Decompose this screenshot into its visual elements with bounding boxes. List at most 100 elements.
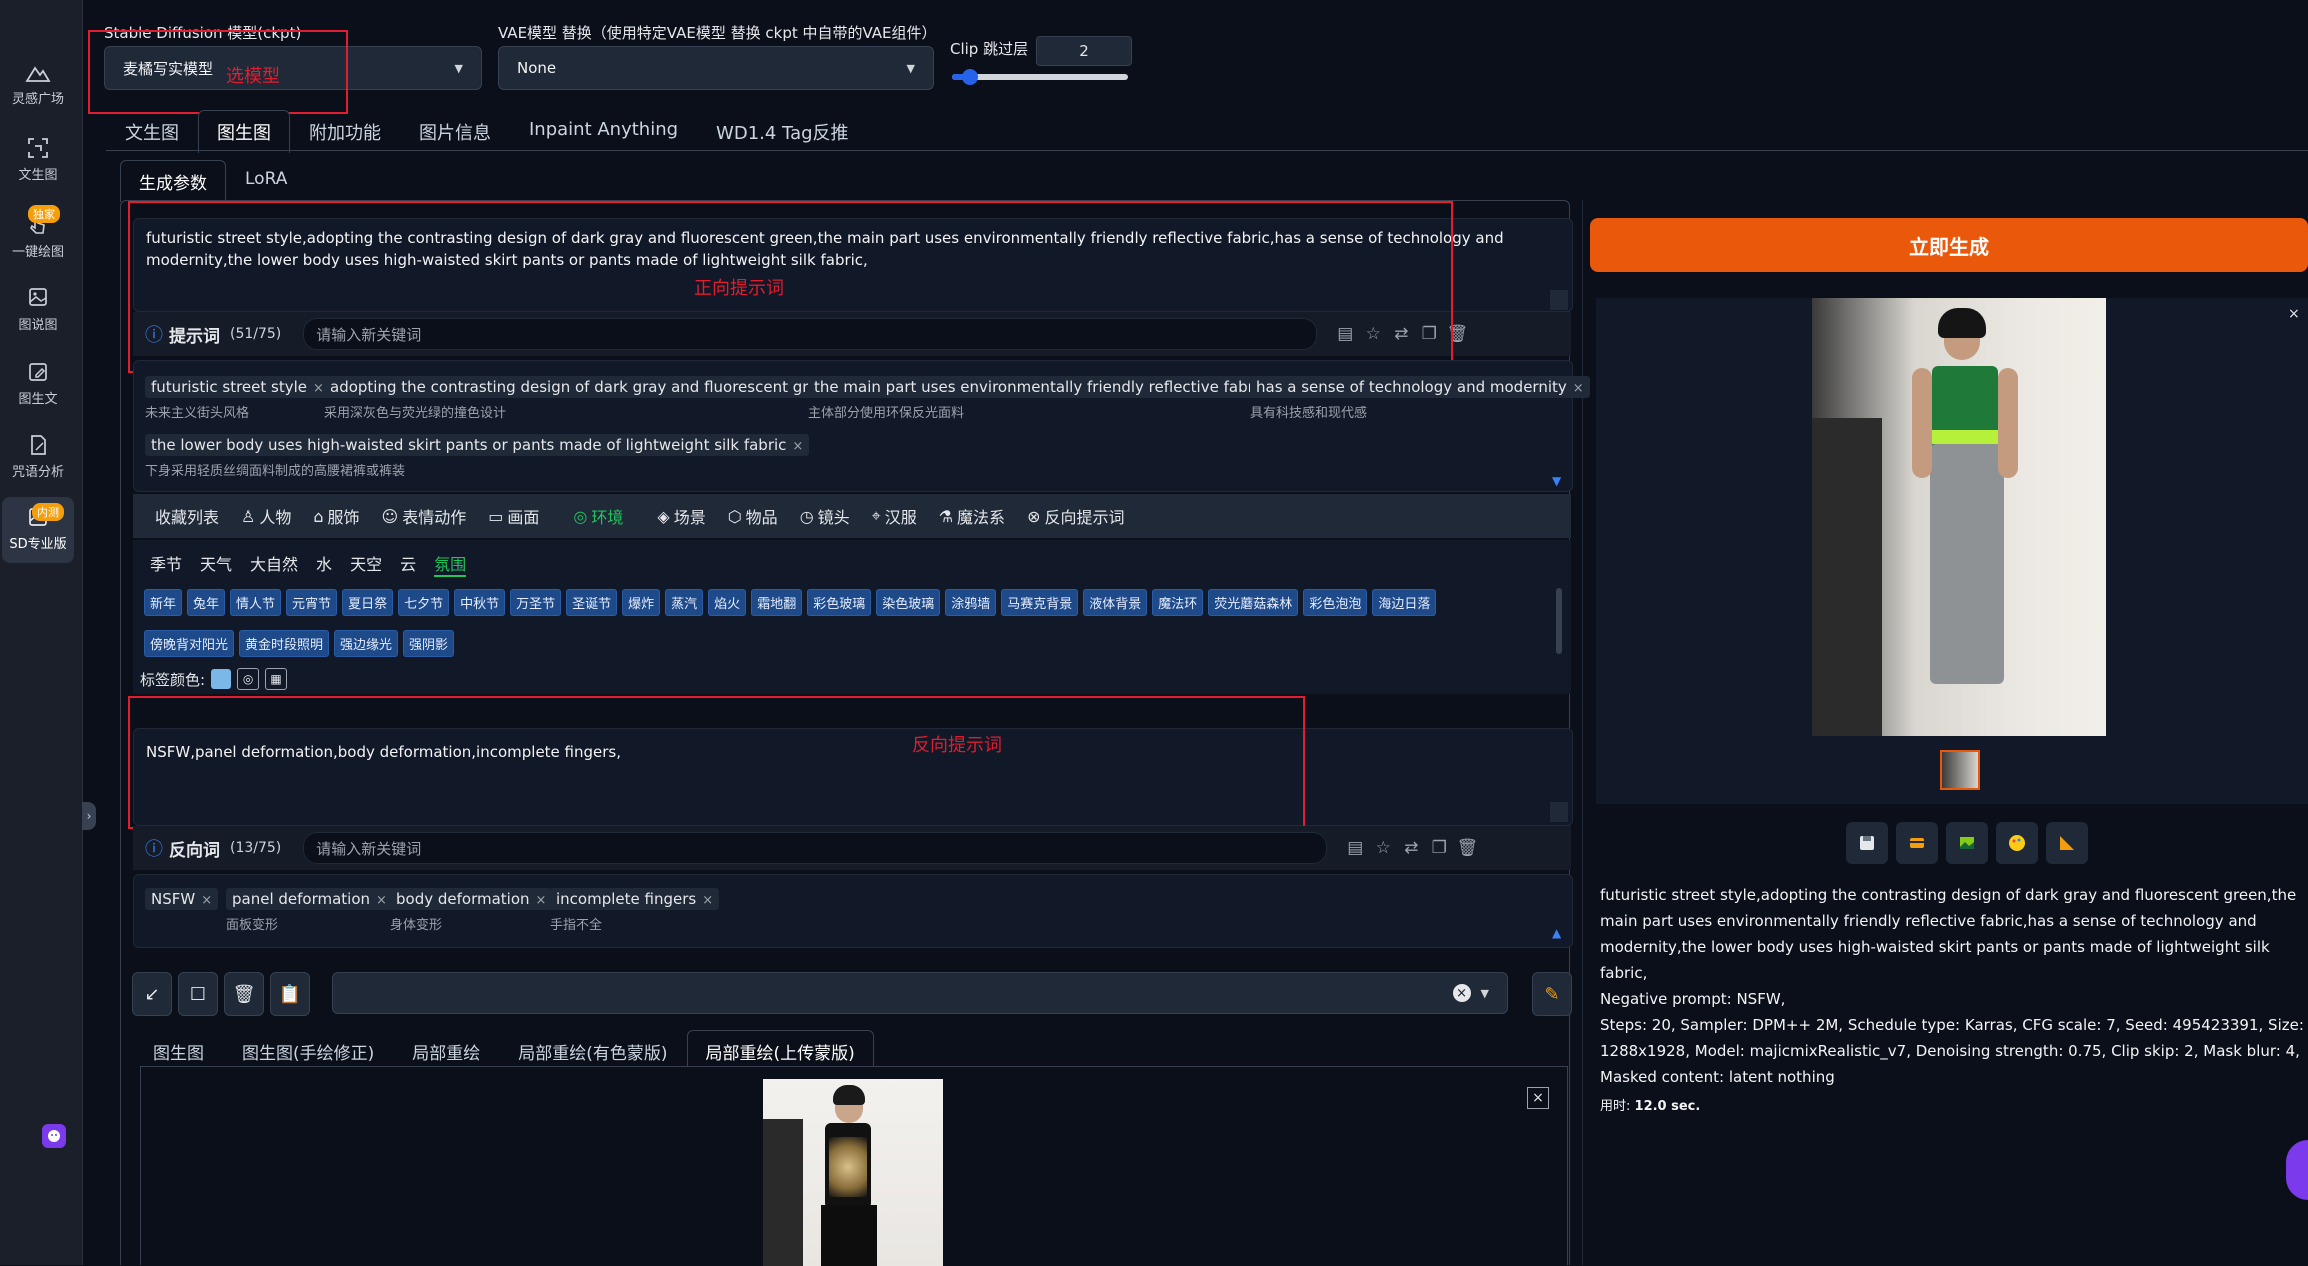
assistant-logo-icon[interactable] [42, 1124, 66, 1148]
tab-lora[interactable]: LoRA [226, 160, 306, 202]
tag-chip[interactable]: has a sense of technology and modernity × [1250, 376, 1590, 398]
keyword-chip[interactable]: 蒸汽 [665, 589, 704, 616]
trash-icon[interactable]: 🗑 [224, 972, 264, 1016]
category-environment[interactable]: ◎ 环境 [561, 498, 636, 534]
category-favorites[interactable]: 收藏列表 [155, 504, 219, 528]
collapse-down-icon[interactable]: ▼ [1552, 474, 1561, 488]
positive-tag[interactable]: futuristic street style × 未来主义街头风格 [145, 376, 330, 421]
palette-icon[interactable] [1996, 822, 2038, 864]
close-icon[interactable]: × [1527, 1087, 1549, 1109]
category-clothing[interactable]: ⌂ 服饰 [313, 504, 359, 528]
subcat-weather[interactable]: 天气 [200, 551, 232, 577]
negative-tag[interactable]: panel deformation × 面板变形 [226, 888, 393, 933]
square-icon[interactable]: ☐ [178, 972, 218, 1016]
clipboard-icon[interactable]: 📋 [270, 972, 310, 1016]
collapse-up-icon[interactable]: ▲ [1552, 926, 1561, 940]
keyword-chip[interactable]: 魔法环 [1152, 589, 1204, 616]
keyword-chip[interactable]: 涂鸦墙 [945, 589, 997, 616]
keyword-chip[interactable]: 液体背景 [1083, 589, 1148, 616]
keyword-chip[interactable]: 黄金时段照明 [239, 630, 330, 657]
close-icon[interactable]: × [201, 893, 212, 908]
keyword-chip[interactable]: 万圣节 [510, 589, 562, 616]
keyword-chip[interactable]: 傍晚背对阳光 [144, 630, 235, 657]
close-icon[interactable]: × [313, 381, 324, 396]
category-objects[interactable]: ⬡ 物品 [728, 504, 778, 528]
chip-scrollbar[interactable] [1556, 588, 1562, 654]
tag-chip[interactable]: futuristic street style × [145, 376, 330, 398]
keyword-chip[interactable]: 圣诞节 [566, 589, 618, 616]
subcat-cloud[interactable]: 云 [400, 551, 416, 577]
clear-icon[interactable]: × [1452, 984, 1471, 1002]
positive-tag[interactable]: has a sense of technology and modernity ×… [1250, 376, 1590, 421]
keyword-chip[interactable]: 马赛克背景 [1001, 589, 1079, 616]
subcat-nature[interactable]: 大自然 [250, 551, 298, 577]
keyword-chip[interactable]: 彩色泡泡 [1303, 589, 1368, 616]
tab-wd14-tagger[interactable]: WD1.4 Tag反推 [697, 110, 867, 153]
result-image[interactable] [1812, 298, 2106, 736]
color-swatch-blue[interactable] [211, 669, 232, 689]
tag-chip[interactable]: panel deformation × [226, 888, 393, 910]
positive-tag[interactable]: adopting the contrasting design of dark … [324, 376, 859, 421]
tab-generation-params[interactable]: 生成参数 [120, 160, 226, 202]
keyword-chip[interactable]: 七夕节 [398, 589, 450, 616]
keyword-chip[interactable]: 爆炸 [622, 589, 661, 616]
keyword-chip[interactable]: 元宵节 [286, 589, 338, 616]
generate-button[interactable]: 立即生成 [1590, 218, 2308, 272]
keyword-chip[interactable]: 中秋节 [454, 589, 506, 616]
category-negative[interactable]: ⊗ 反向提示词 [1027, 504, 1124, 528]
negative-keyword-input[interactable]: 请输入新关键词 [303, 832, 1328, 864]
vae-select[interactable]: None ▼ [498, 46, 934, 90]
sidebar-item-img2txt[interactable]: 图生文 [2, 360, 74, 407]
positive-tag[interactable]: the main part uses environmentally frien… [808, 376, 1290, 421]
close-icon[interactable]: × [2288, 306, 2300, 322]
close-icon[interactable]: × [702, 893, 713, 908]
send-to-img2img-icon[interactable] [1946, 822, 1988, 864]
sidebar-item-sd-pro[interactable]: 内测 SD专业版 [2, 497, 74, 563]
negative-tag[interactable]: body deformation × 身体变形 [390, 888, 553, 933]
sidebar-collapse-handle[interactable]: › [82, 802, 96, 830]
category-scene[interactable]: ◈ 场景 [657, 504, 705, 528]
save-icon[interactable] [1846, 822, 1888, 864]
tag-chip[interactable]: the lower body uses high-waisted skirt p… [145, 434, 810, 456]
category-magic[interactable]: ⚗ 魔法系 [939, 504, 1005, 528]
star-icon[interactable]: ☆ [1369, 834, 1397, 862]
textarea-resize-handle[interactable] [1550, 802, 1568, 822]
subcat-sky[interactable]: 天空 [350, 551, 382, 577]
arrow-down-left-icon[interactable]: ↙ [132, 972, 172, 1016]
subcat-water[interactable]: 水 [316, 551, 332, 577]
close-icon[interactable]: × [536, 893, 547, 908]
sidebar-item-img-talk[interactable]: 图说图 [2, 286, 74, 333]
keyword-chip[interactable]: 彩色玻璃 [807, 589, 872, 616]
keyword-chip[interactable]: 海边日落 [1372, 589, 1437, 616]
tag-chip[interactable]: body deformation × [390, 888, 553, 910]
styles-select[interactable]: × ▼ [332, 972, 1508, 1014]
category-frame[interactable]: ▭ 画面 [488, 504, 539, 528]
floating-assistant-button[interactable] [2286, 1140, 2308, 1200]
tag-chip[interactable]: NSFW × [145, 888, 219, 910]
tag-chip[interactable]: adopting the contrasting design of dark … [324, 376, 859, 398]
category-expression[interactable]: ☺ 表情动作 [382, 504, 467, 528]
clipboard-icon[interactable]: ▤ [1341, 834, 1369, 862]
close-icon[interactable]: × [376, 893, 387, 908]
pencil-icon[interactable]: ✎ [1532, 972, 1572, 1016]
keyword-chip[interactable]: 焰火 [708, 589, 747, 616]
subcat-season[interactable]: 季节 [150, 551, 182, 577]
target-icon[interactable]: ◎ [237, 668, 260, 690]
sidebar-item-inspiration[interactable]: 灵感广场 [2, 60, 74, 107]
result-thumbnail[interactable] [1940, 750, 1980, 790]
keyword-chip[interactable]: 染色玻璃 [876, 589, 941, 616]
tab-extras[interactable]: 附加功能 [290, 110, 400, 153]
category-hanfu[interactable]: ⌖ 汉服 [872, 504, 917, 528]
keyword-chip[interactable]: 新年 [144, 589, 183, 616]
palette-icon[interactable]: ▦ [265, 668, 288, 690]
keyword-chip[interactable]: 强边缘光 [334, 630, 399, 657]
keyword-chip[interactable]: 兔年 [187, 589, 226, 616]
image-upload-area[interactable]: × [140, 1066, 1568, 1266]
ruler-icon[interactable] [2046, 822, 2088, 864]
negative-tag[interactable]: incomplete fingers × 手指不全 [550, 888, 720, 933]
tag-chip[interactable]: the main part uses environmentally frien… [808, 376, 1290, 398]
keyword-chip[interactable]: 荧光蘑菇森林 [1208, 589, 1299, 616]
sidebar-item-prompt-analysis[interactable]: 咒语分析 [2, 433, 74, 480]
category-camera[interactable]: ◷ 镜头 [800, 504, 850, 528]
keyword-chip[interactable]: 夏日祭 [342, 589, 394, 616]
